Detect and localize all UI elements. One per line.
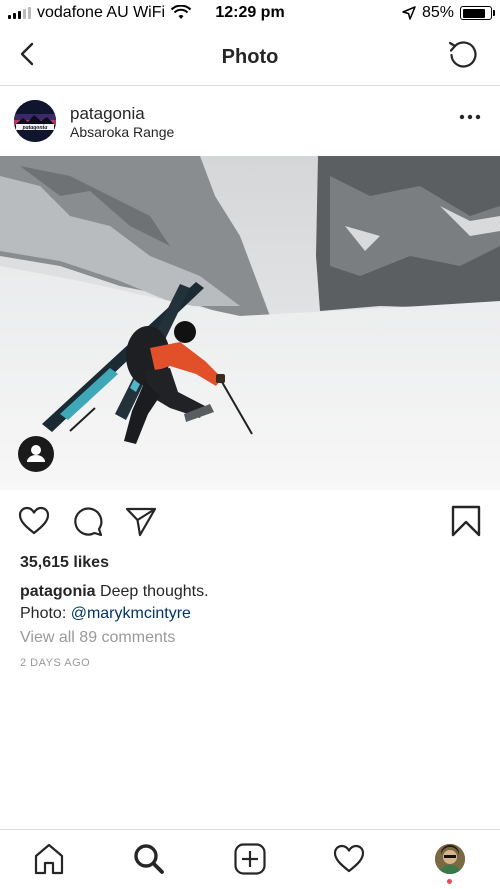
new-post-icon[interactable] [233, 842, 267, 876]
patagonia-logo-icon: patagonia [14, 100, 56, 142]
likes-count[interactable]: 35,615 likes [20, 554, 109, 572]
battery-percent: 85% [421, 4, 454, 21]
battery-icon [460, 6, 495, 20]
avatar[interactable]: patagonia [14, 100, 56, 142]
page-title: Photo [221, 46, 279, 68]
post-photo[interactable] [0, 156, 500, 490]
home-icon[interactable] [32, 842, 66, 876]
activity-icon[interactable] [332, 842, 366, 876]
status-right: 85% [402, 4, 495, 22]
post-actions [0, 490, 500, 550]
post-header: patagonia patagonia Absaroka Range [0, 86, 500, 156]
more-options-icon[interactable] [458, 112, 482, 122]
notification-dot [447, 879, 452, 884]
battery-level [462, 8, 486, 18]
share-icon[interactable] [124, 504, 158, 538]
tab-bar [0, 829, 500, 889]
location-arrow-icon [402, 6, 416, 20]
caption: patagonia Deep thoughts. Photo: @marykmc… [20, 581, 209, 625]
view-comments-link[interactable]: View all 89 comments [20, 629, 175, 647]
post-timestamp: 2 DAYS AGO [20, 657, 91, 669]
caption-text: Deep thoughts. [100, 583, 209, 600]
heart-icon[interactable] [17, 504, 51, 538]
user-tag-icon[interactable] [18, 436, 54, 472]
caption-mention-link[interactable]: @marykmcintyre [71, 605, 191, 622]
caption-photo-credit: Photo: [20, 605, 71, 622]
svg-text:patagonia: patagonia [22, 125, 48, 131]
post-location[interactable]: Absaroka Range [70, 124, 174, 140]
caption-username[interactable]: patagonia [20, 583, 96, 600]
comment-icon[interactable] [71, 504, 105, 538]
post-username[interactable]: patagonia [70, 104, 145, 124]
skier-photo-image [0, 156, 500, 490]
profile-avatar[interactable] [435, 844, 465, 874]
nav-bar: Photo [0, 28, 500, 86]
refresh-icon[interactable] [446, 38, 480, 72]
bookmark-icon[interactable] [449, 504, 483, 538]
status-bar: vodafone AU WiFi 12:29 pm 85% [0, 0, 500, 28]
search-icon[interactable] [132, 842, 166, 876]
